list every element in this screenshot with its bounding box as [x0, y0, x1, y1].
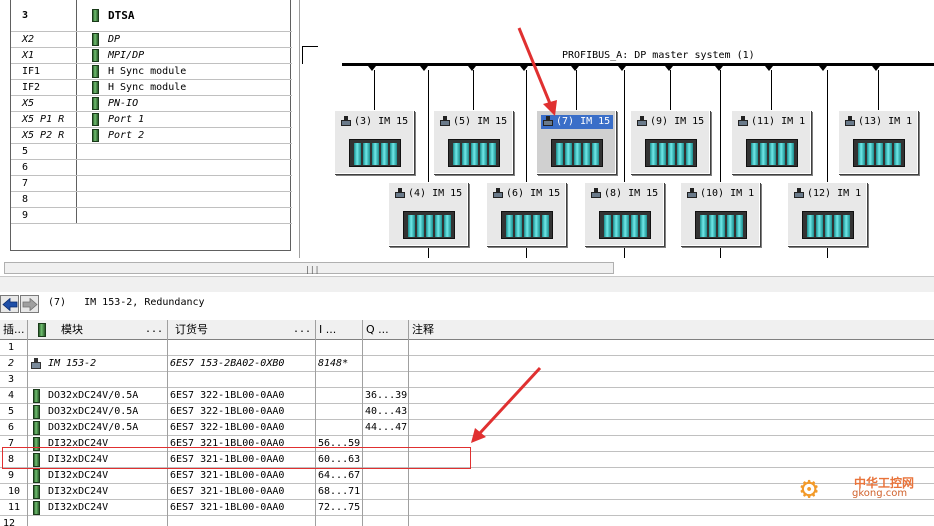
gear-icon: ⚙ — [800, 471, 819, 506]
arrow-to-row-8 — [471, 366, 542, 443]
watermark-url: gkong.com — [852, 488, 908, 499]
annotation-arrows — [471, 27, 557, 443]
watermark-logo: ⚙ 中华工控网 gkong.com — [800, 470, 930, 522]
arrow-to-station-7 — [517, 27, 557, 116]
